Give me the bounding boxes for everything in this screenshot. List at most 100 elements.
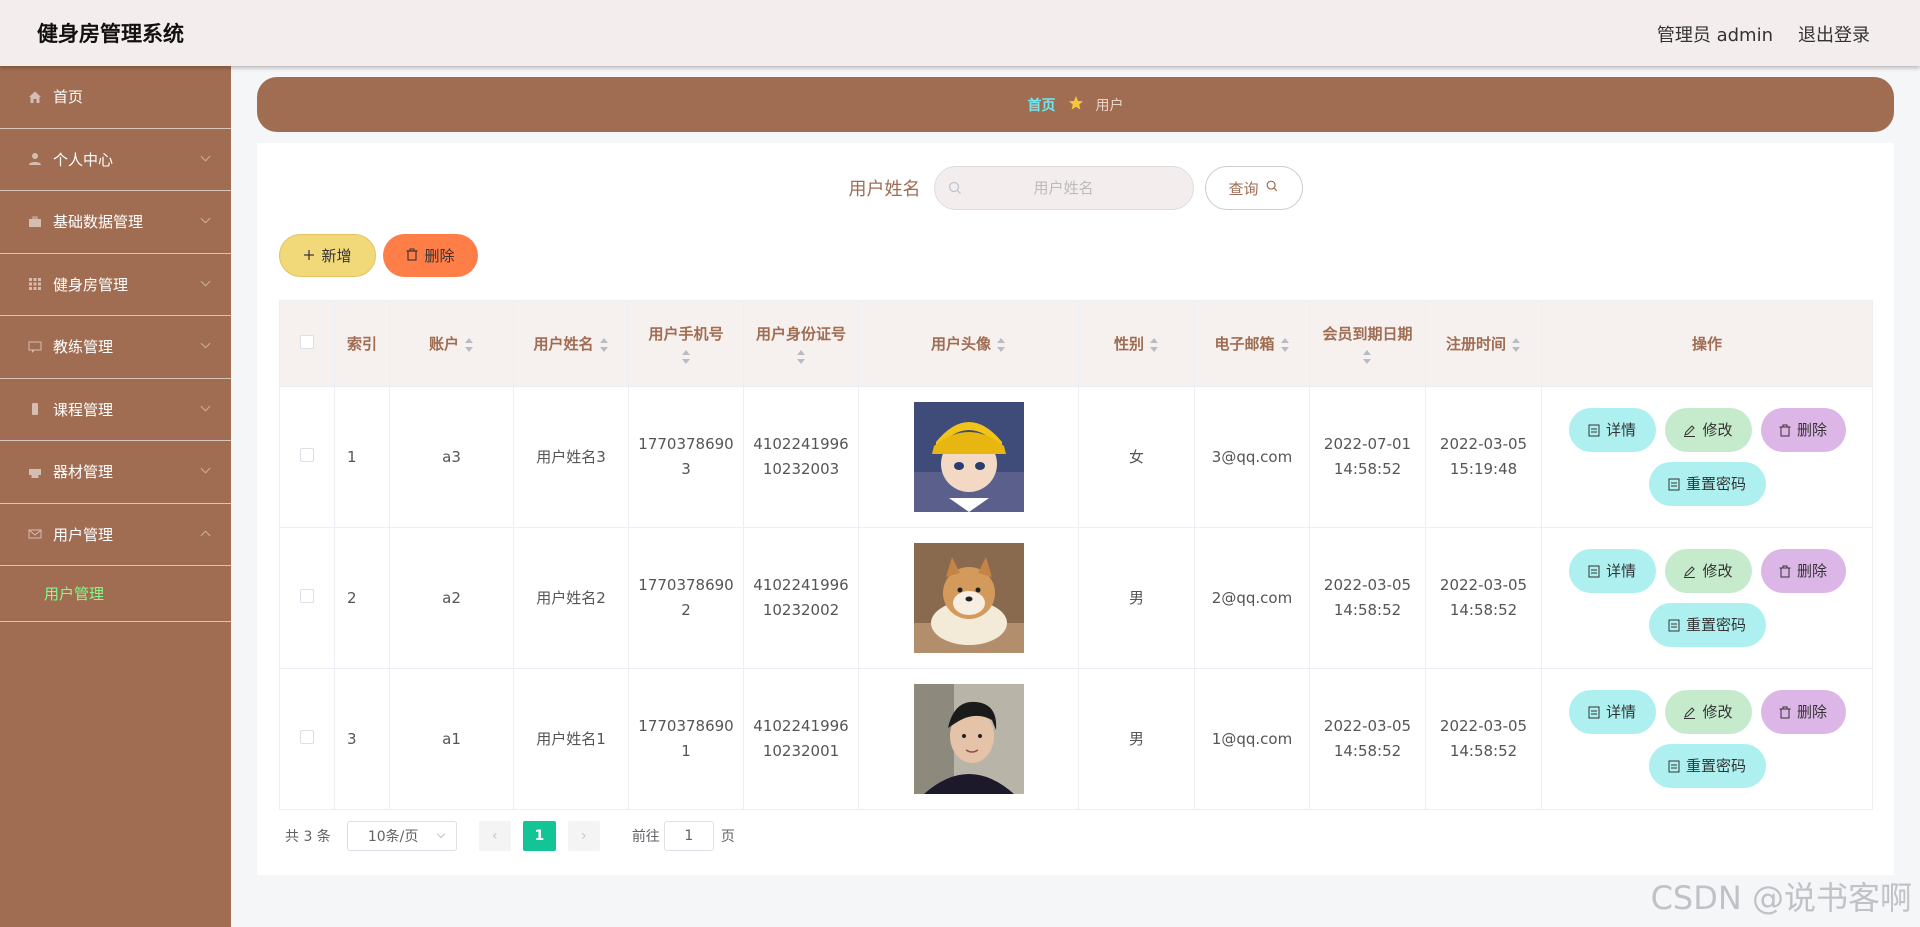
top-header: 健身房管理系统 管理员 admin 退出登录 xyxy=(0,0,1920,66)
table-row: 1 a3 用户姓名3 1770378690 3 4102241996 1023200… xyxy=(279,386,1873,528)
chevron-down-icon xyxy=(200,338,211,349)
row-checkbox[interactable] xyxy=(300,588,314,603)
search-input[interactable] xyxy=(973,179,1154,197)
row-checkbox[interactable] xyxy=(300,729,314,744)
sidebar-item-label: 基础数据管理 xyxy=(53,213,144,232)
sort-icon[interactable] xyxy=(1280,337,1290,352)
cell-phone: 1770378690 1 xyxy=(628,668,744,810)
select-all-checkbox[interactable] xyxy=(300,334,314,349)
cell-actions: 详情 修改 删除 重置密码 xyxy=(1541,386,1873,528)
page-size-value: 10条/页 xyxy=(367,829,419,845)
chevron-left-icon: ‹ xyxy=(492,828,498,844)
table-row: 2 a2 用户姓名2 1770378690 2 4102241996 1023200… xyxy=(279,527,1873,669)
breadcrumb-home[interactable]: 首页 xyxy=(1028,95,1056,115)
edit-button[interactable]: 修改 xyxy=(1664,549,1752,593)
cell-name: 用户姓名3 xyxy=(513,386,629,528)
sidebar-item-equipment[interactable]: 器材管理 xyxy=(0,441,231,504)
detail-button[interactable]: 详情 xyxy=(1568,549,1656,593)
sidebar-item-coach[interactable]: 教练管理 xyxy=(0,316,231,379)
delete-row-button[interactable]: 删除 xyxy=(1760,408,1846,452)
column-header-expire-date[interactable]: 会员到期日期 xyxy=(1309,300,1426,387)
delete-row-button[interactable]: 删除 xyxy=(1760,690,1846,734)
goto-page-input[interactable] xyxy=(663,821,714,851)
edit-button[interactable]: 修改 xyxy=(1664,408,1752,452)
delete-button-label: 删除 xyxy=(424,247,455,265)
search-button[interactable]: 查询 xyxy=(1204,166,1303,210)
chevron-right-icon: › xyxy=(581,828,587,844)
select-all-cell xyxy=(279,300,335,387)
column-header-email[interactable]: 电子邮箱 xyxy=(1194,300,1310,387)
next-page-button[interactable]: › xyxy=(567,821,600,851)
sort-icon[interactable] xyxy=(1512,337,1521,352)
cell-phone: 1770378690 2 xyxy=(628,527,744,669)
breadcrumb: 首页 用户 xyxy=(257,77,1894,132)
sort-icon[interactable] xyxy=(681,350,691,364)
sort-icon[interactable] xyxy=(997,337,1006,352)
sidebar: 首页 个人中心 基础数据管理 健身房管理 教练管理 课程管理 器材管理 用户管理… xyxy=(0,66,231,927)
prev-page-button[interactable]: ‹ xyxy=(478,821,511,851)
trash-icon xyxy=(1779,424,1791,436)
sort-icon[interactable] xyxy=(1150,337,1159,352)
column-header-avatar[interactable]: 用户头像 xyxy=(858,300,1079,387)
document-icon xyxy=(1668,619,1680,631)
document-icon xyxy=(1588,565,1600,577)
reset-password-button[interactable]: 重置密码 xyxy=(1648,603,1766,647)
sidebar-item-gym[interactable]: 健身房管理 xyxy=(0,254,231,316)
cell-expire-date: 2022-03-05 14:58:52 xyxy=(1309,527,1426,669)
sidebar-item-users[interactable]: 用户管理 xyxy=(0,504,231,566)
sidebar-item-home[interactable]: 首页 xyxy=(0,66,231,129)
sidebar-item-course[interactable]: 课程管理 xyxy=(0,379,231,441)
home-icon xyxy=(27,89,43,105)
cell-account: a3 xyxy=(389,386,514,528)
cell-email: 3@qq.com xyxy=(1194,386,1310,528)
sort-icon[interactable] xyxy=(796,350,806,364)
sort-icon[interactable] xyxy=(599,337,609,352)
trash-icon xyxy=(1779,706,1791,718)
total-count: 共 3 条 xyxy=(285,829,331,845)
column-header-gender[interactable]: 性别 xyxy=(1078,300,1195,387)
delete-row-button[interactable]: 删除 xyxy=(1760,549,1846,593)
search-icon xyxy=(1265,179,1279,197)
reset-password-button[interactable]: 重置密码 xyxy=(1648,462,1766,506)
reset-password-button[interactable]: 重置密码 xyxy=(1648,744,1766,788)
cell-account: a1 xyxy=(389,668,514,810)
sidebar-item-base-data[interactable]: 基础数据管理 xyxy=(0,191,231,254)
cell-name: 用户姓名1 xyxy=(513,668,629,810)
sort-icon[interactable] xyxy=(465,337,474,352)
sidebar-subitem-user-management[interactable]: 用户管理 xyxy=(0,566,231,622)
user-avatar-image xyxy=(913,402,1024,512)
sort-icon[interactable] xyxy=(1363,350,1372,364)
sidebar-item-label: 健身房管理 xyxy=(53,275,129,294)
detail-button[interactable]: 详情 xyxy=(1568,408,1656,452)
cell-index: 3 xyxy=(334,668,390,810)
edit-button[interactable]: 修改 xyxy=(1664,690,1752,734)
page-number-current[interactable]: 1 xyxy=(522,821,556,851)
column-header-id-number[interactable]: 用户身份证号 xyxy=(743,300,859,387)
column-header-name[interactable]: 用户姓名 xyxy=(513,300,629,387)
column-header-phone[interactable]: 用户手机号 xyxy=(628,300,744,387)
delete-button[interactable]: 删除 xyxy=(383,234,478,277)
chat-icon xyxy=(27,339,43,355)
add-button[interactable]: 新增 xyxy=(279,234,376,277)
content-panel: 用户姓名 查询 新增 删除 索引 账户 用户姓名 xyxy=(257,143,1894,875)
column-header-register-time[interactable]: 注册时间 xyxy=(1425,300,1542,387)
logout-button[interactable]: 退出登录 xyxy=(1798,21,1870,47)
column-header-account[interactable]: 账户 xyxy=(389,300,514,387)
trash-icon xyxy=(1779,565,1791,577)
page-size-select[interactable]: 10条/页 xyxy=(346,821,457,851)
cell-id-number: 4102241996 10232001 xyxy=(743,668,859,810)
sidebar-item-label: 个人中心 xyxy=(53,150,114,169)
chevron-down-icon xyxy=(200,463,211,474)
pencil-icon xyxy=(1684,424,1696,437)
detail-button[interactable]: 详情 xyxy=(1568,690,1656,734)
search-field[interactable] xyxy=(933,166,1194,210)
column-header-index: 索引 xyxy=(334,300,390,387)
search-button-label: 查询 xyxy=(1228,179,1259,198)
cell-expire-date: 2022-03-05 14:58:52 xyxy=(1309,668,1426,810)
sidebar-item-personal[interactable]: 个人中心 xyxy=(0,129,231,191)
cell-gender: 男 xyxy=(1078,527,1195,669)
row-checkbox[interactable] xyxy=(300,447,314,462)
column-header-actions: 操作 xyxy=(1541,300,1873,387)
cell-register-time: 2022-03-05 14:58:52 xyxy=(1425,527,1542,669)
cell-account: a2 xyxy=(389,527,514,669)
